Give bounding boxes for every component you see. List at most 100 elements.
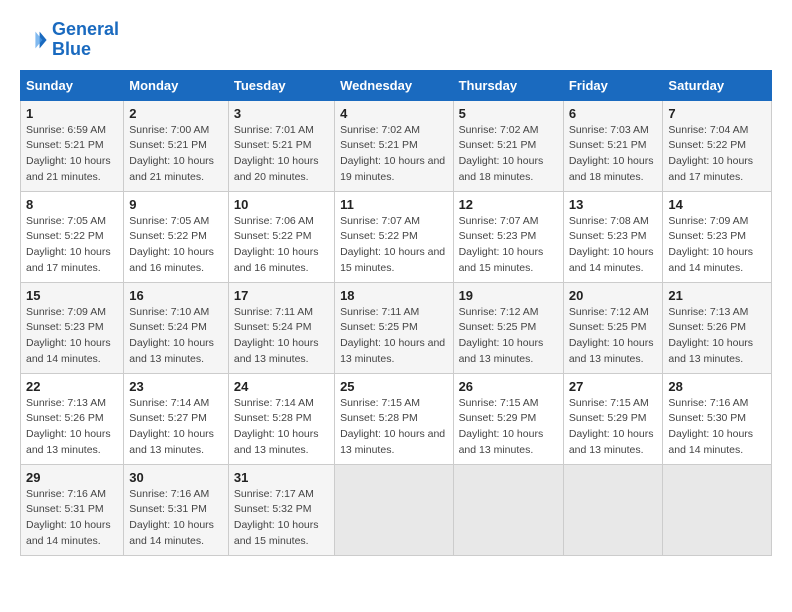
calendar-cell: 18 Sunrise: 7:11 AMSunset: 5:25 PMDaylig…	[335, 282, 453, 373]
day-info: Sunrise: 7:12 AMSunset: 5:25 PMDaylight:…	[569, 305, 658, 368]
day-info: Sunrise: 7:01 AMSunset: 5:21 PMDaylight:…	[234, 123, 329, 186]
calendar-week: 22 Sunrise: 7:13 AMSunset: 5:26 PMDaylig…	[21, 373, 772, 464]
day-info: Sunrise: 7:15 AMSunset: 5:29 PMDaylight:…	[569, 396, 658, 459]
day-number: 26	[459, 379, 558, 394]
calendar-week: 8 Sunrise: 7:05 AMSunset: 5:22 PMDayligh…	[21, 191, 772, 282]
day-number: 25	[340, 379, 447, 394]
day-number: 6	[569, 106, 658, 121]
day-info: Sunrise: 7:05 AMSunset: 5:22 PMDaylight:…	[26, 214, 118, 277]
day-number: 19	[459, 288, 558, 303]
day-info: Sunrise: 7:08 AMSunset: 5:23 PMDaylight:…	[569, 214, 658, 277]
day-info: Sunrise: 7:16 AMSunset: 5:31 PMDaylight:…	[129, 487, 223, 550]
day-number: 10	[234, 197, 329, 212]
calendar-cell: 1 Sunrise: 6:59 AMSunset: 5:21 PMDayligh…	[21, 100, 124, 191]
day-info: Sunrise: 7:02 AMSunset: 5:21 PMDaylight:…	[340, 123, 447, 186]
day-number: 30	[129, 470, 223, 485]
calendar-week: 1 Sunrise: 6:59 AMSunset: 5:21 PMDayligh…	[21, 100, 772, 191]
day-info: Sunrise: 7:10 AMSunset: 5:24 PMDaylight:…	[129, 305, 223, 368]
weekday-header: Thursday	[453, 70, 563, 100]
calendar-cell: 24 Sunrise: 7:14 AMSunset: 5:28 PMDaylig…	[228, 373, 334, 464]
calendar-cell: 4 Sunrise: 7:02 AMSunset: 5:21 PMDayligh…	[335, 100, 453, 191]
day-number: 17	[234, 288, 329, 303]
logo: General Blue	[20, 20, 119, 60]
day-info: Sunrise: 7:09 AMSunset: 5:23 PMDaylight:…	[26, 305, 118, 368]
day-number: 8	[26, 197, 118, 212]
day-info: Sunrise: 7:16 AMSunset: 5:31 PMDaylight:…	[26, 487, 118, 550]
day-info: Sunrise: 7:09 AMSunset: 5:23 PMDaylight:…	[668, 214, 766, 277]
calendar-cell	[563, 464, 663, 555]
day-info: Sunrise: 7:04 AMSunset: 5:22 PMDaylight:…	[668, 123, 766, 186]
calendar-cell: 15 Sunrise: 7:09 AMSunset: 5:23 PMDaylig…	[21, 282, 124, 373]
day-info: Sunrise: 7:00 AMSunset: 5:21 PMDaylight:…	[129, 123, 223, 186]
day-info: Sunrise: 7:13 AMSunset: 5:26 PMDaylight:…	[668, 305, 766, 368]
calendar-cell: 2 Sunrise: 7:00 AMSunset: 5:21 PMDayligh…	[124, 100, 229, 191]
day-info: Sunrise: 7:07 AMSunset: 5:23 PMDaylight:…	[459, 214, 558, 277]
calendar-cell: 6 Sunrise: 7:03 AMSunset: 5:21 PMDayligh…	[563, 100, 663, 191]
calendar-cell: 14 Sunrise: 7:09 AMSunset: 5:23 PMDaylig…	[663, 191, 772, 282]
calendar-cell: 17 Sunrise: 7:11 AMSunset: 5:24 PMDaylig…	[228, 282, 334, 373]
calendar-cell: 3 Sunrise: 7:01 AMSunset: 5:21 PMDayligh…	[228, 100, 334, 191]
day-info: Sunrise: 7:02 AMSunset: 5:21 PMDaylight:…	[459, 123, 558, 186]
calendar-cell: 8 Sunrise: 7:05 AMSunset: 5:22 PMDayligh…	[21, 191, 124, 282]
weekday-header: Wednesday	[335, 70, 453, 100]
weekday-header: Monday	[124, 70, 229, 100]
calendar-cell	[335, 464, 453, 555]
day-number: 31	[234, 470, 329, 485]
day-number: 29	[26, 470, 118, 485]
day-info: Sunrise: 7:11 AMSunset: 5:24 PMDaylight:…	[234, 305, 329, 368]
day-info: Sunrise: 7:05 AMSunset: 5:22 PMDaylight:…	[129, 214, 223, 277]
day-info: Sunrise: 7:07 AMSunset: 5:22 PMDaylight:…	[340, 214, 447, 277]
day-info: Sunrise: 7:17 AMSunset: 5:32 PMDaylight:…	[234, 487, 329, 550]
day-number: 24	[234, 379, 329, 394]
day-info: Sunrise: 6:59 AMSunset: 5:21 PMDaylight:…	[26, 123, 118, 186]
day-number: 23	[129, 379, 223, 394]
calendar-cell: 12 Sunrise: 7:07 AMSunset: 5:23 PMDaylig…	[453, 191, 563, 282]
calendar-week: 15 Sunrise: 7:09 AMSunset: 5:23 PMDaylig…	[21, 282, 772, 373]
calendar-header: SundayMondayTuesdayWednesdayThursdayFrid…	[21, 70, 772, 100]
day-number: 7	[668, 106, 766, 121]
calendar-cell	[663, 464, 772, 555]
day-number: 16	[129, 288, 223, 303]
calendar-cell: 30 Sunrise: 7:16 AMSunset: 5:31 PMDaylig…	[124, 464, 229, 555]
calendar-cell: 5 Sunrise: 7:02 AMSunset: 5:21 PMDayligh…	[453, 100, 563, 191]
calendar-cell: 20 Sunrise: 7:12 AMSunset: 5:25 PMDaylig…	[563, 282, 663, 373]
day-number: 5	[459, 106, 558, 121]
day-number: 21	[668, 288, 766, 303]
calendar-cell: 23 Sunrise: 7:14 AMSunset: 5:27 PMDaylig…	[124, 373, 229, 464]
day-info: Sunrise: 7:14 AMSunset: 5:28 PMDaylight:…	[234, 396, 329, 459]
day-number: 3	[234, 106, 329, 121]
day-number: 1	[26, 106, 118, 121]
calendar-cell: 9 Sunrise: 7:05 AMSunset: 5:22 PMDayligh…	[124, 191, 229, 282]
calendar-cell: 21 Sunrise: 7:13 AMSunset: 5:26 PMDaylig…	[663, 282, 772, 373]
day-number: 11	[340, 197, 447, 212]
day-info: Sunrise: 7:15 AMSunset: 5:29 PMDaylight:…	[459, 396, 558, 459]
day-info: Sunrise: 7:06 AMSunset: 5:22 PMDaylight:…	[234, 214, 329, 277]
calendar-cell: 16 Sunrise: 7:10 AMSunset: 5:24 PMDaylig…	[124, 282, 229, 373]
calendar-cell: 27 Sunrise: 7:15 AMSunset: 5:29 PMDaylig…	[563, 373, 663, 464]
calendar-cell: 11 Sunrise: 7:07 AMSunset: 5:22 PMDaylig…	[335, 191, 453, 282]
day-number: 22	[26, 379, 118, 394]
calendar-cell: 19 Sunrise: 7:12 AMSunset: 5:25 PMDaylig…	[453, 282, 563, 373]
weekday-header: Sunday	[21, 70, 124, 100]
weekday-header: Friday	[563, 70, 663, 100]
day-number: 14	[668, 197, 766, 212]
day-number: 27	[569, 379, 658, 394]
weekday-header: Tuesday	[228, 70, 334, 100]
day-info: Sunrise: 7:12 AMSunset: 5:25 PMDaylight:…	[459, 305, 558, 368]
calendar-cell: 10 Sunrise: 7:06 AMSunset: 5:22 PMDaylig…	[228, 191, 334, 282]
logo-icon	[20, 26, 48, 54]
day-number: 28	[668, 379, 766, 394]
day-info: Sunrise: 7:13 AMSunset: 5:26 PMDaylight:…	[26, 396, 118, 459]
day-number: 18	[340, 288, 447, 303]
page-header: General Blue	[20, 20, 772, 60]
day-info: Sunrise: 7:03 AMSunset: 5:21 PMDaylight:…	[569, 123, 658, 186]
weekday-header: Saturday	[663, 70, 772, 100]
calendar-cell: 13 Sunrise: 7:08 AMSunset: 5:23 PMDaylig…	[563, 191, 663, 282]
calendar-cell: 31 Sunrise: 7:17 AMSunset: 5:32 PMDaylig…	[228, 464, 334, 555]
calendar-cell: 25 Sunrise: 7:15 AMSunset: 5:28 PMDaylig…	[335, 373, 453, 464]
day-number: 4	[340, 106, 447, 121]
day-info: Sunrise: 7:16 AMSunset: 5:30 PMDaylight:…	[668, 396, 766, 459]
calendar-cell: 7 Sunrise: 7:04 AMSunset: 5:22 PMDayligh…	[663, 100, 772, 191]
day-info: Sunrise: 7:11 AMSunset: 5:25 PMDaylight:…	[340, 305, 447, 368]
day-number: 2	[129, 106, 223, 121]
